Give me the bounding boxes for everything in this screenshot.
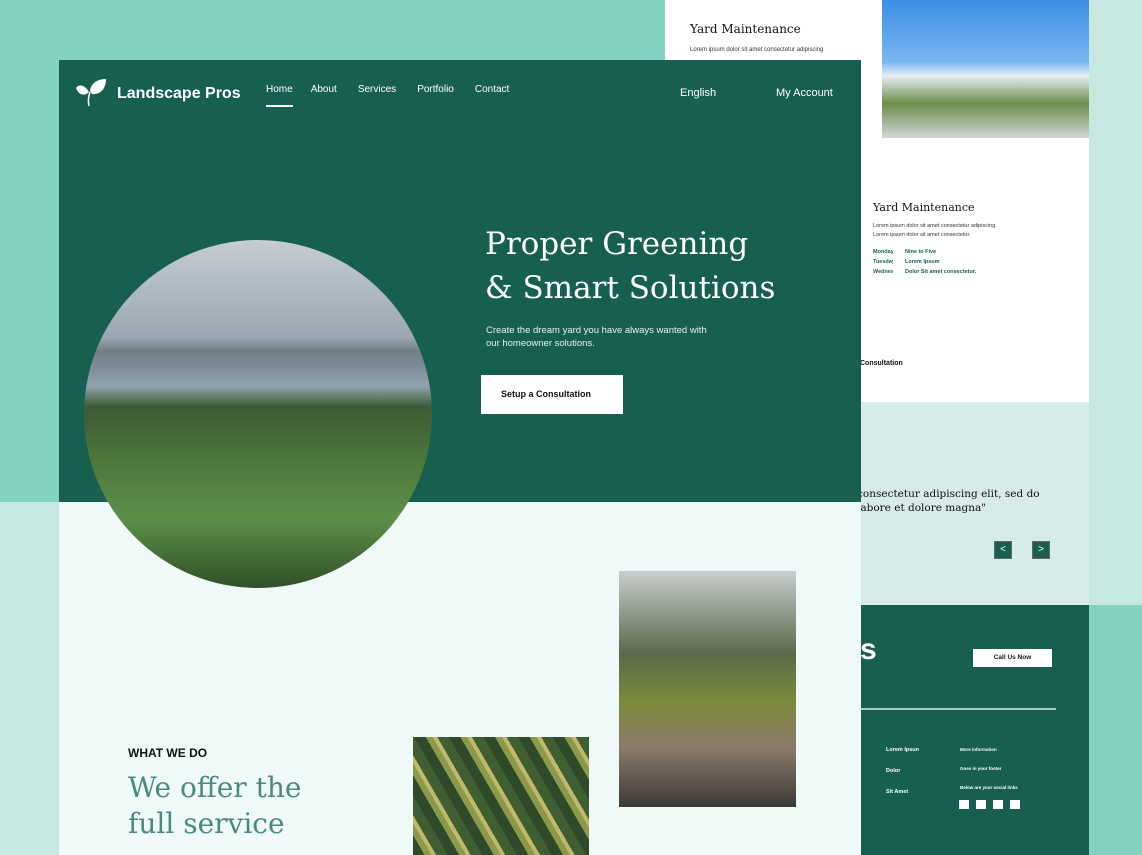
day: Monday [873, 249, 893, 255]
main-page: Landscape Pros Home About Services Portf… [59, 60, 861, 855]
hero-subtitle-line-1: Create the dream yard you have always wa… [486, 325, 707, 336]
services-eyebrow: WHAT WE DO [128, 746, 208, 760]
hero-title-line-2: & Smart Solutions [485, 270, 776, 306]
my-account-link[interactable]: My Account [776, 87, 833, 99]
hours: Dolor Sit amet consectetur. [905, 269, 977, 275]
brand-name[interactable]: Landscape Pros [117, 85, 241, 103]
garden-circle-image [84, 240, 432, 588]
garden-path-image [619, 571, 796, 807]
bg-accent-bottom-right [1089, 605, 1142, 855]
day: Wednesday [873, 269, 893, 275]
consultation-fragment[interactable]: Consultation [860, 360, 903, 367]
card-title: Yard Maintenance [690, 22, 801, 36]
social-icon[interactable] [976, 800, 986, 809]
setup-consultation-button[interactable]: Setup a Consultation [481, 375, 623, 414]
social-icon[interactable] [959, 800, 969, 809]
plant-leaves-image [413, 737, 589, 855]
prev-button[interactable]: < [994, 541, 1012, 559]
next-button[interactable]: > [1032, 541, 1050, 559]
card-text-2: Lorem ipsum dolor sit amet consectetur a… [873, 223, 997, 238]
language-selector[interactable]: English [680, 87, 716, 99]
services-heading-line-1: We offer the [128, 771, 302, 804]
footer-link[interactable]: Dolor [886, 768, 900, 774]
nav-services[interactable]: Services [358, 84, 396, 107]
hours: Nine to Five [905, 249, 937, 255]
card-text: Lorem ipsum dolor sit amet consectetur a… [690, 47, 824, 53]
back-footer: s Call Us Now Lorem Ipsun Dolor Sit Amet… [860, 605, 1089, 855]
schedule: Monday Nine to Five Tuesday Lorem Ipsum We… [873, 247, 976, 277]
hero-subtitle: Create the dream yard you have always wa… [486, 324, 707, 350]
services-heading-line-2: full service [128, 807, 285, 840]
nav-contact[interactable]: Contact [475, 84, 509, 107]
footer-divider [860, 708, 1056, 710]
nav-about[interactable]: About [311, 84, 337, 107]
nav-home[interactable]: Home [266, 84, 293, 107]
leaf-logo-icon [75, 78, 107, 108]
services-heading: We offer the full service [128, 770, 301, 842]
footer-link[interactable]: Lorem Ipsun [886, 747, 919, 753]
footer-info: More information [960, 747, 997, 752]
social-icon[interactable] [1010, 800, 1020, 809]
footer-heading-fragment: s [860, 633, 877, 666]
hero-subtitle-line-2: our homeowner solutions. [486, 338, 595, 349]
call-us-button[interactable]: Call Us Now [973, 649, 1052, 667]
cactus-house-image [882, 0, 1089, 138]
footer-info: Below are your social links [960, 785, 1018, 790]
hero-title-line-1: Proper Greening [485, 226, 749, 262]
testimonial-line-2: labore et dolore magna" [857, 502, 987, 514]
card-title-2: Yard Maintenance [873, 201, 975, 214]
footer-info: Goes in your footer [960, 766, 1002, 771]
footer-link[interactable]: Sit Amet [886, 789, 908, 795]
hours: Lorem Ipsum [905, 259, 940, 265]
testimonial-line-1: consectetur adipiscing elit, sed do [857, 488, 1040, 500]
hero-title: Proper Greening & Smart Solutions [485, 222, 775, 310]
day: Tuesday [873, 259, 893, 265]
main-nav: Home About Services Portfolio Contact [266, 84, 509, 107]
nav-portfolio[interactable]: Portfolio [417, 84, 454, 107]
social-icon[interactable] [993, 800, 1003, 809]
